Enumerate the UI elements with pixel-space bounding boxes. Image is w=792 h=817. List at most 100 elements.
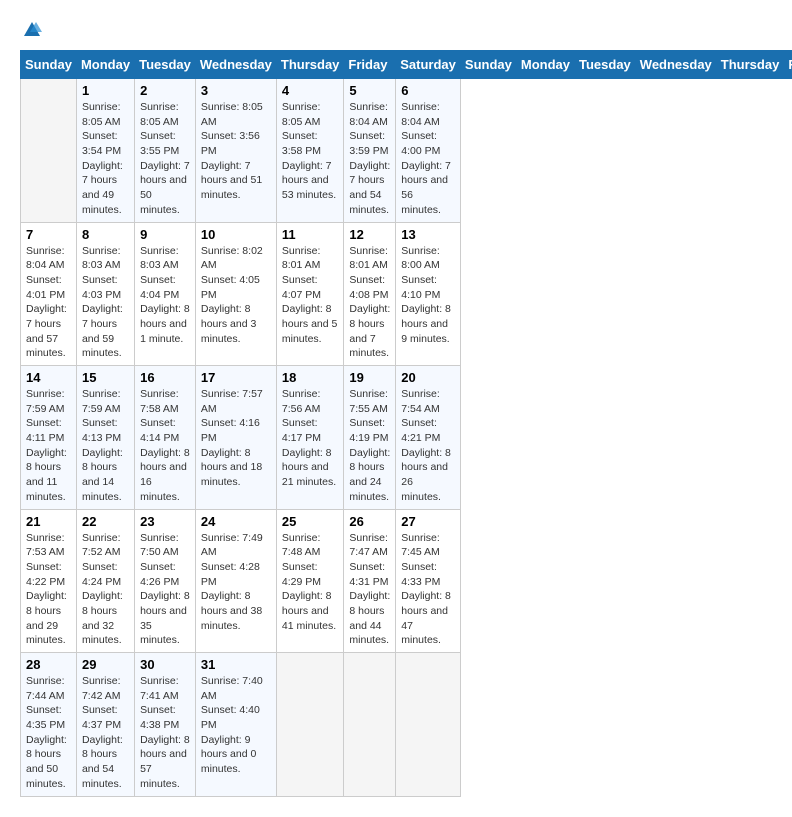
calendar-cell xyxy=(344,653,396,797)
calendar-cell: 30 Sunrise: 7:41 AMSunset: 4:38 PMDaylig… xyxy=(135,653,196,797)
day-number: 26 xyxy=(349,514,390,529)
header-day-thursday: Thursday xyxy=(716,51,784,79)
calendar-cell: 24 Sunrise: 7:49 AMSunset: 4:28 PMDaylig… xyxy=(195,509,276,653)
day-number: 15 xyxy=(82,370,129,385)
calendar-cell: 13 Sunrise: 8:00 AMSunset: 4:10 PMDaylig… xyxy=(396,222,461,366)
day-info: Sunrise: 8:05 AMSunset: 3:56 PMDaylight:… xyxy=(201,100,271,203)
day-info: Sunrise: 7:44 AMSunset: 4:35 PMDaylight:… xyxy=(26,674,71,792)
day-info: Sunrise: 7:42 AMSunset: 4:37 PMDaylight:… xyxy=(82,674,129,792)
day-number: 10 xyxy=(201,227,271,242)
day-number: 25 xyxy=(282,514,339,529)
day-number: 23 xyxy=(140,514,190,529)
calendar-week-row: 14 Sunrise: 7:59 AMSunset: 4:11 PMDaylig… xyxy=(21,366,792,510)
day-info: Sunrise: 7:45 AMSunset: 4:33 PMDaylight:… xyxy=(401,531,455,649)
calendar-cell: 10 Sunrise: 8:02 AMSunset: 4:05 PMDaylig… xyxy=(195,222,276,366)
header-friday: Friday xyxy=(344,51,396,79)
calendar-cell: 16 Sunrise: 7:58 AMSunset: 4:14 PMDaylig… xyxy=(135,366,196,510)
day-info: Sunrise: 8:00 AMSunset: 4:10 PMDaylight:… xyxy=(401,244,455,347)
calendar-cell xyxy=(21,79,77,223)
calendar-cell: 21 Sunrise: 7:53 AMSunset: 4:22 PMDaylig… xyxy=(21,509,77,653)
day-info: Sunrise: 8:05 AMSunset: 3:58 PMDaylight:… xyxy=(282,100,339,203)
calendar-cell: 3 Sunrise: 8:05 AMSunset: 3:56 PMDayligh… xyxy=(195,79,276,223)
day-info: Sunrise: 8:01 AMSunset: 4:08 PMDaylight:… xyxy=(349,244,390,362)
header-saturday: Saturday xyxy=(396,51,461,79)
day-info: Sunrise: 7:52 AMSunset: 4:24 PMDaylight:… xyxy=(82,531,129,649)
day-number: 7 xyxy=(26,227,71,242)
header-day-sunday: Sunday xyxy=(460,51,516,79)
day-info: Sunrise: 7:54 AMSunset: 4:21 PMDaylight:… xyxy=(401,387,455,505)
day-number: 30 xyxy=(140,657,190,672)
calendar-cell: 27 Sunrise: 7:45 AMSunset: 4:33 PMDaylig… xyxy=(396,509,461,653)
calendar-cell: 20 Sunrise: 7:54 AMSunset: 4:21 PMDaylig… xyxy=(396,366,461,510)
calendar-cell: 25 Sunrise: 7:48 AMSunset: 4:29 PMDaylig… xyxy=(276,509,344,653)
day-info: Sunrise: 8:01 AMSunset: 4:07 PMDaylight:… xyxy=(282,244,339,347)
day-number: 12 xyxy=(349,227,390,242)
calendar-cell: 23 Sunrise: 7:50 AMSunset: 4:26 PMDaylig… xyxy=(135,509,196,653)
calendar-cell: 6 Sunrise: 8:04 AMSunset: 4:00 PMDayligh… xyxy=(396,79,461,223)
calendar-cell: 15 Sunrise: 7:59 AMSunset: 4:13 PMDaylig… xyxy=(76,366,134,510)
day-number: 24 xyxy=(201,514,271,529)
calendar-cell: 19 Sunrise: 7:55 AMSunset: 4:19 PMDaylig… xyxy=(344,366,396,510)
day-number: 14 xyxy=(26,370,71,385)
calendar-header-row: SundayMondayTuesdayWednesdayThursdayFrid… xyxy=(21,51,792,79)
calendar-cell: 9 Sunrise: 8:03 AMSunset: 4:04 PMDayligh… xyxy=(135,222,196,366)
calendar-cell: 7 Sunrise: 8:04 AMSunset: 4:01 PMDayligh… xyxy=(21,222,77,366)
calendar-week-row: 1 Sunrise: 8:05 AMSunset: 3:54 PMDayligh… xyxy=(21,79,792,223)
calendar-cell: 12 Sunrise: 8:01 AMSunset: 4:08 PMDaylig… xyxy=(344,222,396,366)
day-number: 18 xyxy=(282,370,339,385)
day-info: Sunrise: 7:53 AMSunset: 4:22 PMDaylight:… xyxy=(26,531,71,649)
day-info: Sunrise: 7:57 AMSunset: 4:16 PMDaylight:… xyxy=(201,387,271,490)
calendar-cell: 11 Sunrise: 8:01 AMSunset: 4:07 PMDaylig… xyxy=(276,222,344,366)
calendar-cell xyxy=(396,653,461,797)
day-info: Sunrise: 8:04 AMSunset: 4:01 PMDaylight:… xyxy=(26,244,71,362)
calendar-cell: 26 Sunrise: 7:47 AMSunset: 4:31 PMDaylig… xyxy=(344,509,396,653)
day-number: 3 xyxy=(201,83,271,98)
day-number: 16 xyxy=(140,370,190,385)
day-number: 31 xyxy=(201,657,271,672)
calendar-cell: 4 Sunrise: 8:05 AMSunset: 3:58 PMDayligh… xyxy=(276,79,344,223)
calendar-cell: 1 Sunrise: 8:05 AMSunset: 3:54 PMDayligh… xyxy=(76,79,134,223)
calendar-cell: 28 Sunrise: 7:44 AMSunset: 4:35 PMDaylig… xyxy=(21,653,77,797)
header-monday: Monday xyxy=(76,51,134,79)
day-number: 28 xyxy=(26,657,71,672)
calendar-cell: 22 Sunrise: 7:52 AMSunset: 4:24 PMDaylig… xyxy=(76,509,134,653)
header-tuesday: Tuesday xyxy=(135,51,196,79)
calendar-cell: 18 Sunrise: 7:56 AMSunset: 4:17 PMDaylig… xyxy=(276,366,344,510)
day-info: Sunrise: 7:50 AMSunset: 4:26 PMDaylight:… xyxy=(140,531,190,649)
day-info: Sunrise: 7:48 AMSunset: 4:29 PMDaylight:… xyxy=(282,531,339,634)
day-number: 2 xyxy=(140,83,190,98)
day-info: Sunrise: 7:59 AMSunset: 4:13 PMDaylight:… xyxy=(82,387,129,505)
day-info: Sunrise: 7:58 AMSunset: 4:14 PMDaylight:… xyxy=(140,387,190,505)
day-number: 21 xyxy=(26,514,71,529)
calendar-cell: 31 Sunrise: 7:40 AMSunset: 4:40 PMDaylig… xyxy=(195,653,276,797)
day-info: Sunrise: 8:04 AMSunset: 3:59 PMDaylight:… xyxy=(349,100,390,218)
day-number: 22 xyxy=(82,514,129,529)
calendar-week-row: 28 Sunrise: 7:44 AMSunset: 4:35 PMDaylig… xyxy=(21,653,792,797)
header-day-monday: Monday xyxy=(516,51,574,79)
header-wednesday: Wednesday xyxy=(195,51,276,79)
calendar-cell: 5 Sunrise: 8:04 AMSunset: 3:59 PMDayligh… xyxy=(344,79,396,223)
calendar-cell: 8 Sunrise: 8:03 AMSunset: 4:03 PMDayligh… xyxy=(76,222,134,366)
day-number: 6 xyxy=(401,83,455,98)
day-number: 8 xyxy=(82,227,129,242)
day-info: Sunrise: 7:56 AMSunset: 4:17 PMDaylight:… xyxy=(282,387,339,490)
day-info: Sunrise: 7:40 AMSunset: 4:40 PMDaylight:… xyxy=(201,674,271,777)
day-info: Sunrise: 7:55 AMSunset: 4:19 PMDaylight:… xyxy=(349,387,390,505)
day-number: 27 xyxy=(401,514,455,529)
header-thursday: Thursday xyxy=(276,51,344,79)
day-number: 5 xyxy=(349,83,390,98)
logo-icon xyxy=(22,20,42,40)
calendar-week-row: 21 Sunrise: 7:53 AMSunset: 4:22 PMDaylig… xyxy=(21,509,792,653)
header-day-tuesday: Tuesday xyxy=(575,51,636,79)
calendar-cell: 17 Sunrise: 7:57 AMSunset: 4:16 PMDaylig… xyxy=(195,366,276,510)
day-info: Sunrise: 8:04 AMSunset: 4:00 PMDaylight:… xyxy=(401,100,455,218)
day-number: 20 xyxy=(401,370,455,385)
calendar-week-row: 7 Sunrise: 8:04 AMSunset: 4:01 PMDayligh… xyxy=(21,222,792,366)
calendar-cell: 14 Sunrise: 7:59 AMSunset: 4:11 PMDaylig… xyxy=(21,366,77,510)
day-info: Sunrise: 7:41 AMSunset: 4:38 PMDaylight:… xyxy=(140,674,190,792)
header-day-friday: Friday xyxy=(784,51,792,79)
day-info: Sunrise: 7:49 AMSunset: 4:28 PMDaylight:… xyxy=(201,531,271,634)
day-info: Sunrise: 7:59 AMSunset: 4:11 PMDaylight:… xyxy=(26,387,71,505)
day-info: Sunrise: 8:05 AMSunset: 3:54 PMDaylight:… xyxy=(82,100,129,218)
calendar-cell xyxy=(276,653,344,797)
